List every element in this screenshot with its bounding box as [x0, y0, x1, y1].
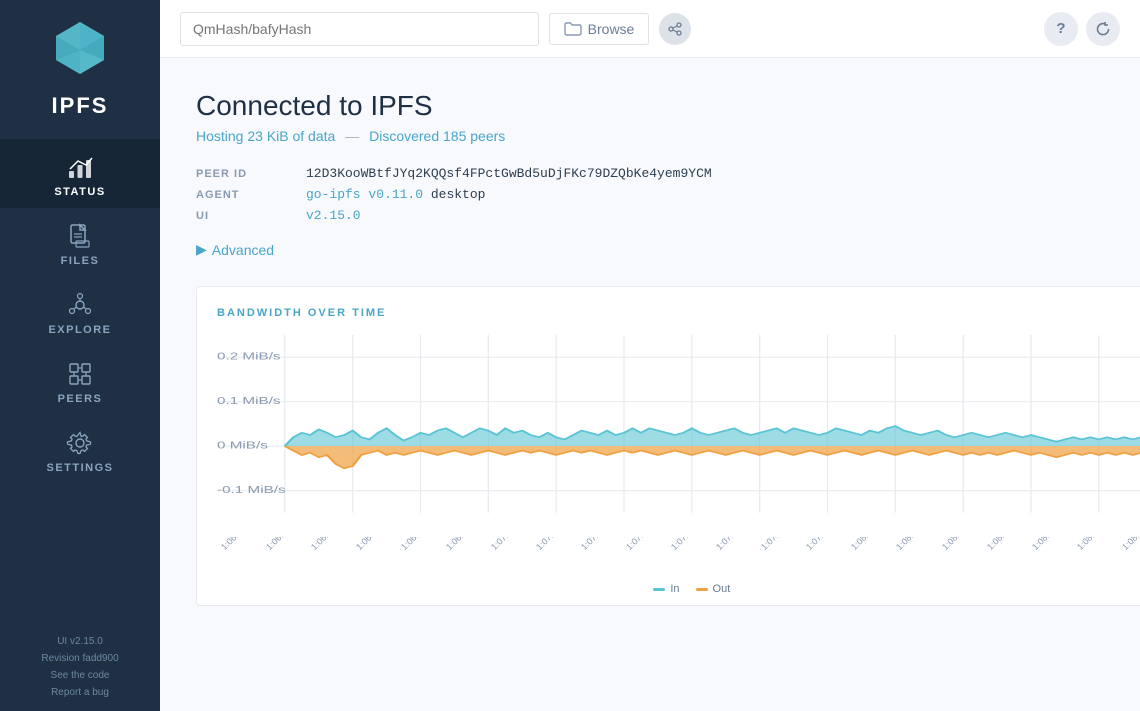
- chart-legend: In Out: [217, 583, 1140, 595]
- refresh-icon: [1095, 21, 1111, 37]
- time-label-14: 1:07:51 pm: [804, 537, 843, 552]
- advanced-arrow: ▶: [196, 241, 207, 258]
- help-button[interactable]: ?: [1044, 12, 1078, 46]
- browse-label: Browse: [588, 21, 635, 37]
- share-icon: [668, 22, 682, 36]
- sidebar-item-status[interactable]: STATUS: [0, 139, 160, 208]
- sidebar-item-files[interactable]: FILES: [0, 208, 160, 277]
- agent-value: go-ipfs v0.11.0 desktop: [306, 187, 1104, 202]
- time-label-5: 1:06:51 pm: [399, 537, 438, 552]
- logo: [48, 16, 112, 93]
- ui-version-link[interactable]: v2.15.0: [306, 208, 361, 223]
- sidebar-item-settings-label: SETTINGS: [46, 462, 113, 474]
- folder-icon: [564, 21, 582, 36]
- footer-ui-version: UI v2.15.0: [0, 633, 160, 650]
- footer-revision: Revision fadd900: [0, 650, 160, 667]
- time-label-8: 1:07:09 pm: [534, 537, 573, 552]
- time-label-20: 1:08:45 pm: [1075, 537, 1114, 552]
- hosting-link[interactable]: Hosting 23 KiB of data: [196, 128, 335, 144]
- time-label-13: 1:07:45 pm: [759, 537, 798, 552]
- sidebar-item-peers-label: PEERS: [58, 393, 103, 405]
- agent-label: AGENT: [196, 187, 286, 202]
- svg-text:-0.1 MiB/s: -0.1 MiB/s: [217, 483, 286, 495]
- svg-text:0.1 MiB/s: 0.1 MiB/s: [217, 395, 281, 407]
- search-input[interactable]: [180, 12, 539, 46]
- refresh-button[interactable]: [1086, 12, 1120, 46]
- time-label-10: 1:07:21 pm: [624, 537, 663, 552]
- advanced-toggle[interactable]: ▶ Advanced: [196, 241, 1104, 258]
- sidebar-item-peers[interactable]: PEERS: [0, 346, 160, 415]
- sidebar-item-explore[interactable]: EXPLORE: [0, 277, 160, 346]
- topbar: Browse ?: [160, 0, 1140, 58]
- time-label-1: 1:06:27 pm: [219, 537, 258, 552]
- peer-id-label: PEER ID: [196, 166, 286, 181]
- time-label-7: 1:07:03 pm: [489, 537, 528, 552]
- page-title: Connected to IPFS: [196, 90, 1104, 122]
- legend-in-label: In: [670, 583, 679, 595]
- time-label-19: 1:08:39 pm: [1030, 537, 1069, 552]
- time-label-6: 1:06:57 pm: [444, 537, 483, 552]
- main-area: Browse ? Connected to IPFS: [160, 0, 1140, 711]
- svg-text:0.2 MiB/s: 0.2 MiB/s: [217, 350, 281, 362]
- footer-report-bug-link[interactable]: Report a bug: [51, 687, 109, 698]
- time-label-12: 1:07:39 pm: [714, 537, 753, 552]
- sidebar-footer: UI v2.15.0 Revision fadd900 See the code…: [0, 617, 160, 711]
- time-label-18: 1:08:21 pm: [985, 537, 1024, 552]
- time-label-16: 1:08:09 pm: [894, 537, 933, 552]
- browse-button[interactable]: Browse: [549, 13, 650, 45]
- status-links: Hosting 23 KiB of data — Discovered 185 …: [196, 128, 1104, 144]
- sidebar-item-settings[interactable]: SETTINGS: [0, 415, 160, 484]
- info-table: PEER ID 12D3KooWBtfJYq2KQQsf4FPctGwBd5uD…: [196, 166, 1104, 223]
- ui-value: v2.15.0: [306, 208, 1104, 223]
- content-area: Connected to IPFS Hosting 23 KiB of data…: [160, 58, 1140, 711]
- svg-text:0 MiB/s: 0 MiB/s: [217, 439, 268, 451]
- topbar-right: ?: [1044, 12, 1120, 46]
- charts-row: BANDWIDTH OVER TIME: [196, 286, 1104, 646]
- time-label-21: 1:08:51 pm: [1120, 537, 1140, 552]
- agent-desktop: desktop: [431, 187, 486, 202]
- sidebar-item-status-label: STATUS: [54, 186, 105, 198]
- share-button[interactable]: [659, 13, 691, 45]
- peer-id-value: 12D3KooWBtfJYq2KQQsf4FPctGwBd5uDjFKc79DZ…: [306, 166, 1104, 181]
- bandwidth-section: BANDWIDTH OVER TIME: [196, 286, 1140, 606]
- app-title: IPFS: [52, 93, 109, 119]
- time-label-15: 1:08:03 pm: [849, 537, 888, 552]
- legend-out-label: Out: [713, 583, 731, 595]
- peers-link[interactable]: Discovered 185 peers: [369, 128, 505, 144]
- time-label-2: 1:06:33 pm: [264, 537, 303, 552]
- legend-in: In: [653, 583, 679, 595]
- sidebar-nav: STATUS FILES EXPLORE: [0, 139, 160, 484]
- sidebar: IPFS STATUS FILES: [0, 0, 160, 711]
- time-label-4: 1:06:45 pm: [354, 537, 393, 552]
- time-label-17: 1:08:15 pm: [940, 537, 979, 552]
- sidebar-item-explore-label: EXPLORE: [48, 324, 111, 336]
- time-label-3: 1:06:39 pm: [309, 537, 348, 552]
- bandwidth-title: BANDWIDTH OVER TIME: [217, 307, 1140, 319]
- agent-link[interactable]: go-ipfs v0.11.0: [306, 187, 423, 202]
- separator: —: [345, 128, 359, 144]
- footer-see-code-link[interactable]: See the code: [51, 670, 110, 681]
- time-label-11: 1:07:33 pm: [669, 537, 708, 552]
- legend-out: Out: [696, 583, 731, 595]
- bandwidth-chart: 0.2 MiB/s 0.1 MiB/s 0 MiB/s -0.1 MiB/s: [217, 335, 1140, 535]
- time-label-9: 1:07:15 pm: [579, 537, 618, 552]
- advanced-label: Advanced: [212, 242, 274, 258]
- ui-label: UI: [196, 208, 286, 223]
- sidebar-item-files-label: FILES: [61, 255, 100, 267]
